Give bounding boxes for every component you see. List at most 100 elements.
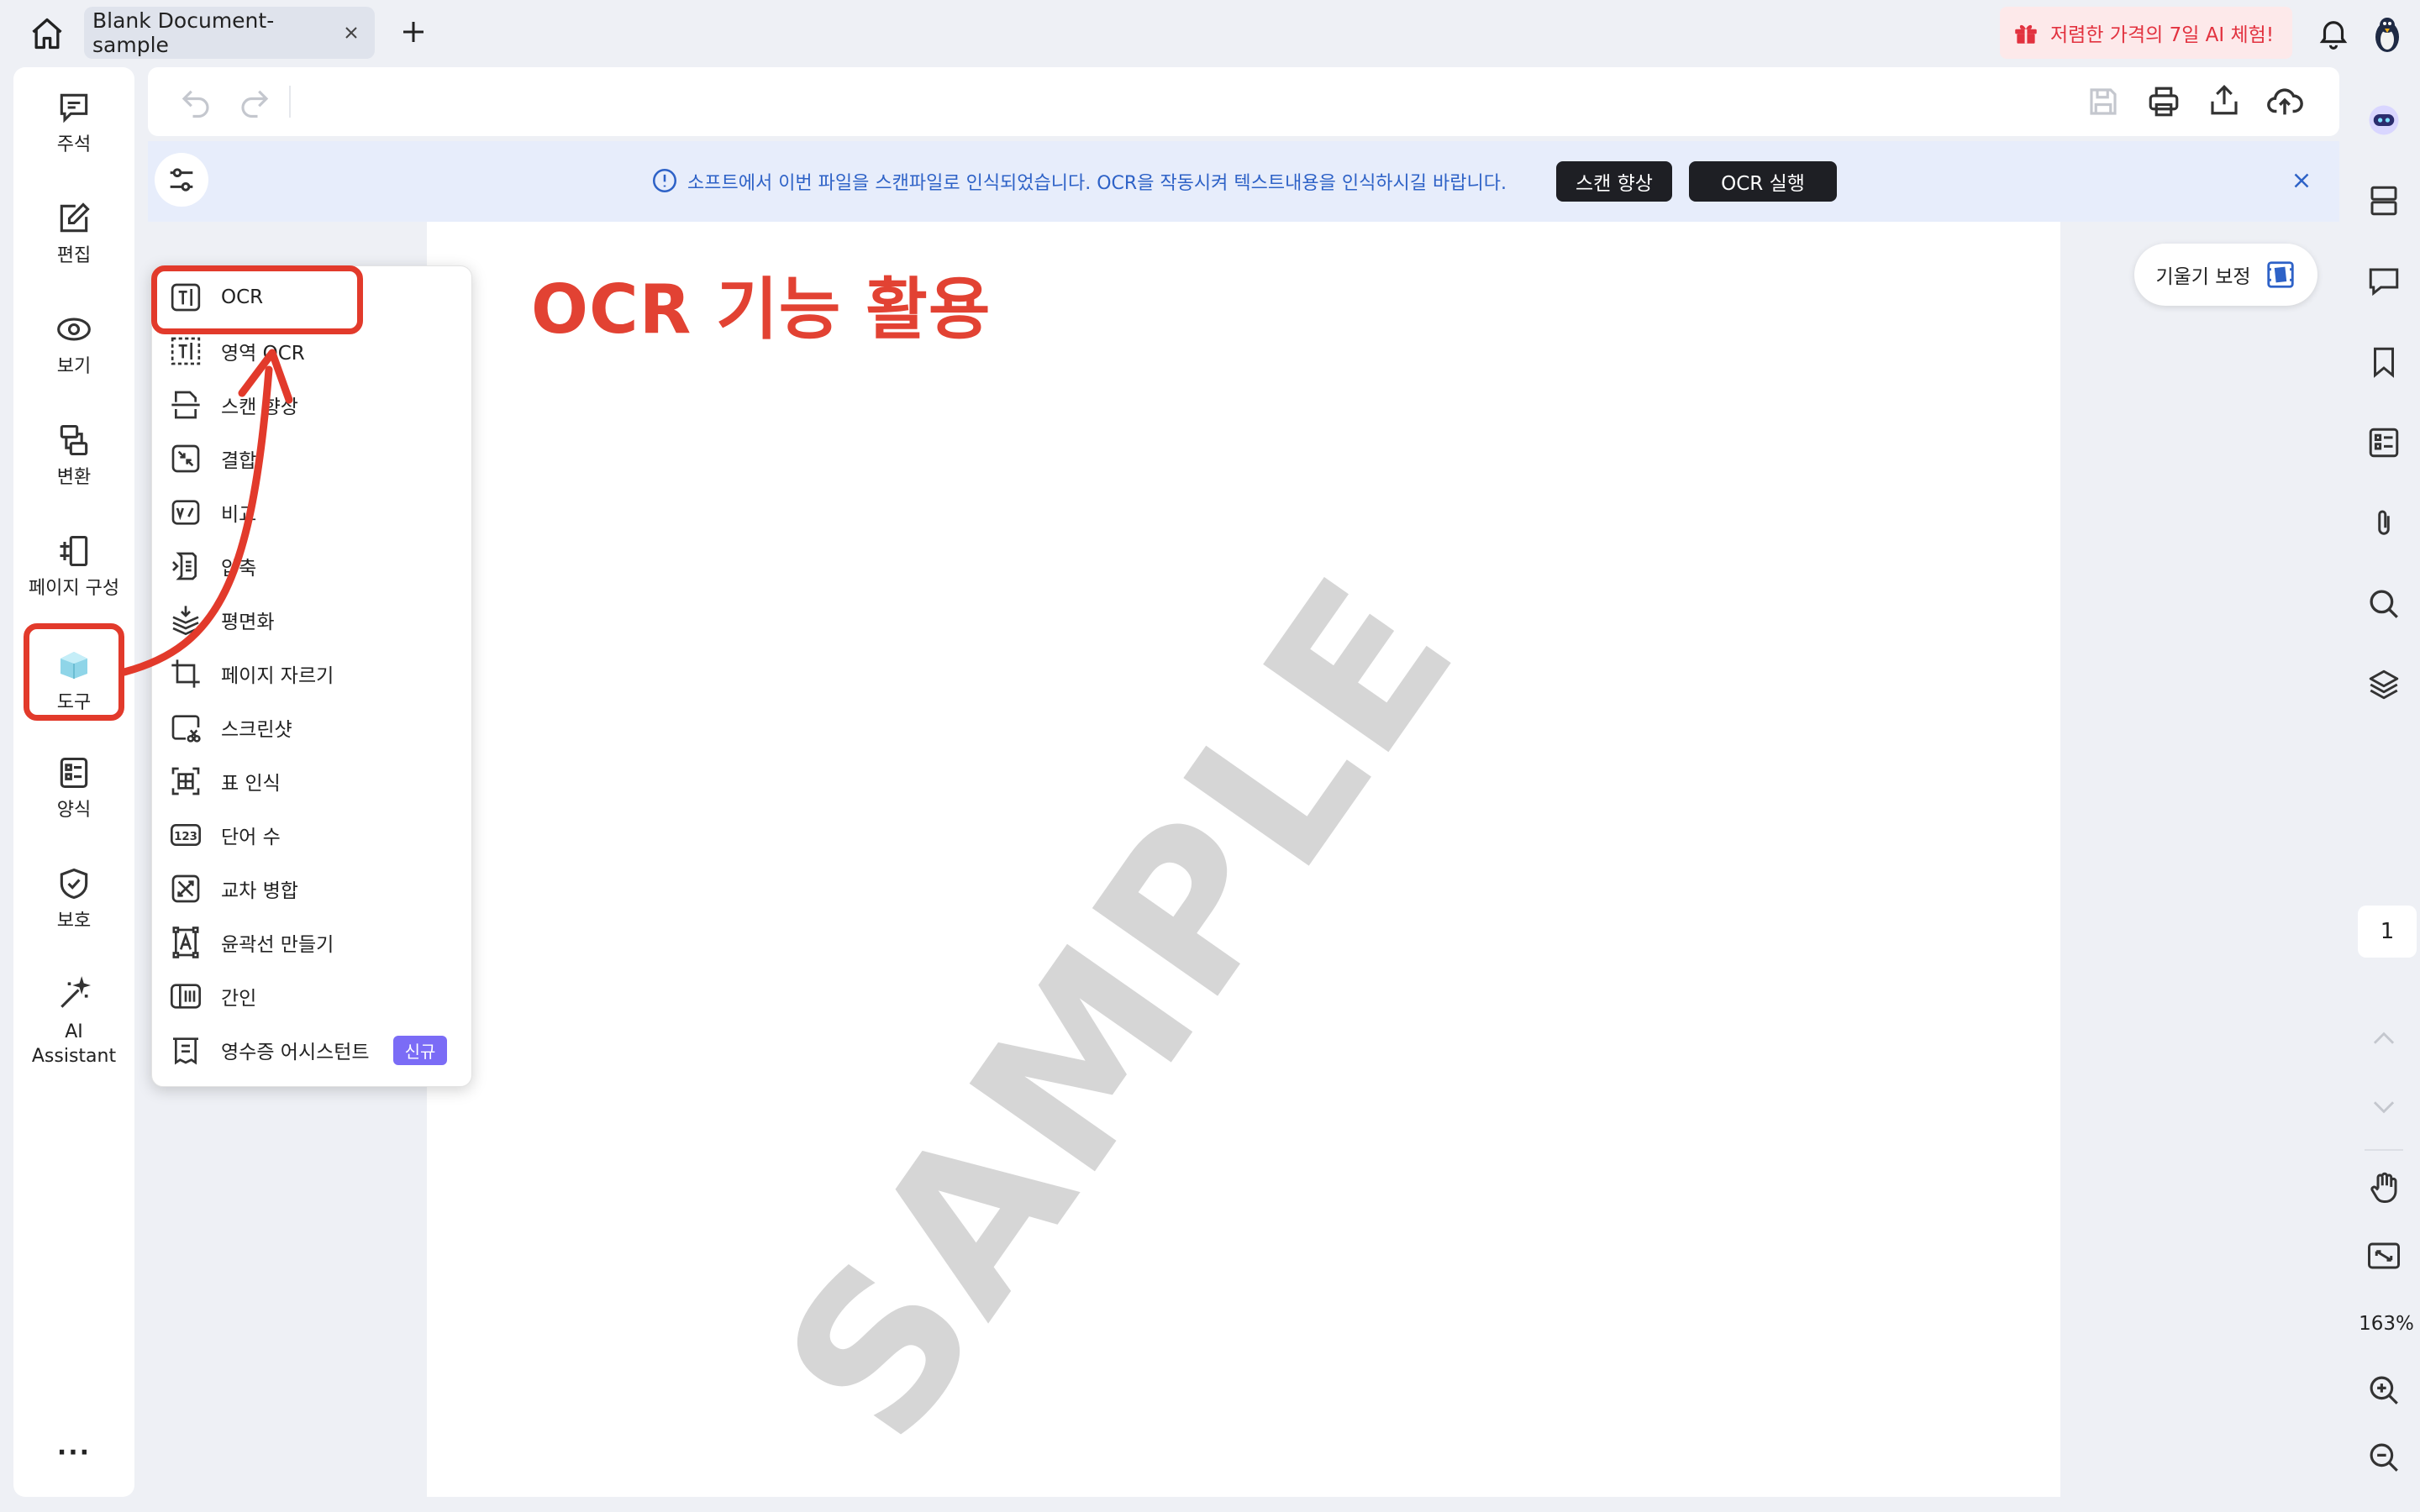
home-icon[interactable]: [29, 15, 66, 52]
comments-panel-icon[interactable]: [2363, 260, 2405, 302]
sidebar-label: 변환: [56, 467, 92, 488]
sidebar-item-convert[interactable]: 변환: [13, 422, 134, 490]
document-page: OCR 기능 활용 SAMPLE: [427, 222, 2060, 1497]
menu-item-word-count[interactable]: 123 단어 수: [169, 814, 463, 856]
menu-item-cross-merge[interactable]: 교차 병합: [169, 868, 463, 910]
share-icon[interactable]: [2207, 82, 2242, 118]
left-sidebar: 주석 편집 보기 변환 페이지 구성 도구 양식 보호 AI Assistant…: [13, 67, 134, 1497]
new-badge: 신규: [392, 1035, 448, 1065]
chevron-down-icon[interactable]: [2363, 1085, 2405, 1127]
seal-icon: [169, 979, 203, 1013]
cloud-upload-icon[interactable]: [2265, 82, 2304, 121]
skew-correction-label: 기울기 보정: [2155, 266, 2251, 288]
toolbar-divider: [289, 86, 291, 118]
menu-item-screenshot[interactable]: 스크린샷: [169, 706, 463, 748]
menu-label: 표 인식: [221, 773, 281, 795]
sidebar-item-edit[interactable]: 편집: [13, 200, 134, 268]
zoom-out-icon[interactable]: [2363, 1436, 2405, 1478]
main-toolbar: [148, 67, 2339, 136]
ai-trial-promo[interactable]: 저렴한 가격의 7일 AI 체험!: [2000, 7, 2292, 59]
document-tab[interactable]: Blank Document-sample: [84, 7, 375, 59]
menu-label: 간인: [221, 988, 257, 1010]
ai-bot-icon[interactable]: [2363, 99, 2405, 141]
menu-label: 단어 수: [221, 827, 281, 848]
hand-tool-icon[interactable]: [2363, 1166, 2405, 1208]
tools-highlight-box: [24, 623, 124, 721]
sidebar-item-protect[interactable]: 보호: [13, 865, 134, 933]
outline-icon: [169, 926, 203, 959]
zoom-level[interactable]: 163%: [2353, 1305, 2420, 1342]
search-icon[interactable]: [2363, 583, 2405, 625]
ocr-highlight-box: [151, 265, 363, 334]
menu-item-seal[interactable]: 간인: [169, 975, 463, 1017]
layers-icon[interactable]: [2363, 664, 2405, 706]
new-tab-icon[interactable]: [398, 17, 429, 47]
document-heading: OCR 기능 활용: [531, 270, 992, 349]
menu-label: 영수증 어시스턴트: [221, 1042, 370, 1063]
sidebar-label: 페이지 구성: [28, 578, 120, 599]
settings-sliders-icon[interactable]: [155, 153, 208, 207]
ocr-notice-bar: 소프트에서 이번 파일을 스캔파일로 인식되었습니다. OCR을 작동시켜 텍스…: [148, 141, 2339, 222]
tab-title: Blank Document-sample: [92, 8, 275, 57]
sidebar-label: 양식: [56, 800, 92, 821]
right-sidebar-divider: [2365, 1149, 2403, 1151]
print-icon[interactable]: [2146, 84, 2181, 119]
sidebar-label: 보기: [56, 356, 92, 377]
form-fields-icon[interactable]: [2363, 422, 2405, 464]
avatar[interactable]: [2368, 12, 2407, 54]
sidebar-item-page-organize[interactable]: 페이지 구성: [13, 533, 134, 601]
run-ocr-button[interactable]: OCR 실행: [1689, 161, 1837, 202]
sidebar-label: 편집: [56, 245, 92, 266]
sidebar-item-view[interactable]: 보기: [13, 311, 134, 379]
page-organize-icon: [55, 533, 92, 570]
bell-icon[interactable]: [2316, 15, 2351, 50]
more-options-icon[interactable]: ···: [13, 1438, 134, 1467]
menu-item-create-outline[interactable]: 윤곽선 만들기: [169, 921, 463, 963]
gift-icon: [2012, 18, 2040, 47]
skew-correction-button[interactable]: 기울기 보정: [2134, 244, 2317, 306]
save-icon[interactable]: [2086, 84, 2121, 119]
page-layout-icon[interactable]: [2363, 180, 2405, 222]
edit-icon: [55, 200, 92, 237]
sidebar-item-ai-assistant[interactable]: AI Assistant: [13, 976, 134, 1068]
menu-label: 교차 병합: [221, 880, 298, 902]
menu-item-receipt-assistant[interactable]: 영수증 어시스턴트 신규: [169, 1029, 463, 1071]
info-icon: [650, 166, 679, 195]
eye-icon: [55, 311, 92, 348]
zoom-in-icon[interactable]: [2363, 1369, 2405, 1411]
annotation-arrow: [120, 349, 293, 676]
sidebar-item-comment[interactable]: 주석: [13, 89, 134, 157]
undo-icon[interactable]: [178, 84, 213, 119]
screenshot-icon: [169, 711, 203, 744]
cross-merge-icon: [169, 872, 203, 906]
receipt-icon: [169, 1033, 203, 1067]
svg-text:123: 123: [174, 831, 197, 843]
shield-icon: [55, 865, 92, 902]
word-count-icon: 123: [169, 818, 203, 852]
magic-wand-icon: [55, 976, 92, 1013]
scan-enhance-button[interactable]: 스캔 향상: [1556, 161, 1672, 202]
sidebar-label: AI Assistant: [31, 1021, 117, 1067]
current-page-number[interactable]: 1: [2358, 906, 2417, 958]
bookmark-icon[interactable]: [2363, 341, 2405, 383]
sidebar-label: 보호: [56, 911, 92, 932]
skew-correction-icon: [2265, 259, 2296, 291]
menu-item-table-recognition[interactable]: 표 인식: [169, 760, 463, 802]
attachment-icon[interactable]: [2363, 502, 2405, 544]
redo-icon[interactable]: [237, 84, 272, 119]
convert-icon: [55, 422, 92, 459]
menu-label: 윤곽선 만들기: [221, 934, 334, 956]
table-recognition-icon: [169, 764, 203, 798]
notice-text: 소프트에서 이번 파일을 스캔파일로 인식되었습니다. OCR을 작동시켜 텍스…: [687, 173, 1507, 194]
promo-text: 저렴한 가격의 7일 AI 체험!: [2050, 24, 2275, 46]
form-icon: [55, 754, 92, 791]
menu-label: 스크린샷: [221, 719, 292, 741]
chevron-up-icon[interactable]: [2363, 1018, 2405, 1060]
sidebar-label: 주석: [56, 134, 92, 155]
close-tab-icon[interactable]: [341, 23, 361, 43]
comment-icon: [55, 89, 92, 126]
close-notice-icon[interactable]: [2289, 168, 2314, 193]
sidebar-item-form[interactable]: 양식: [13, 754, 134, 822]
sample-watermark: SAMPLE: [738, 534, 1504, 1481]
fit-page-icon[interactable]: [2363, 1235, 2405, 1277]
